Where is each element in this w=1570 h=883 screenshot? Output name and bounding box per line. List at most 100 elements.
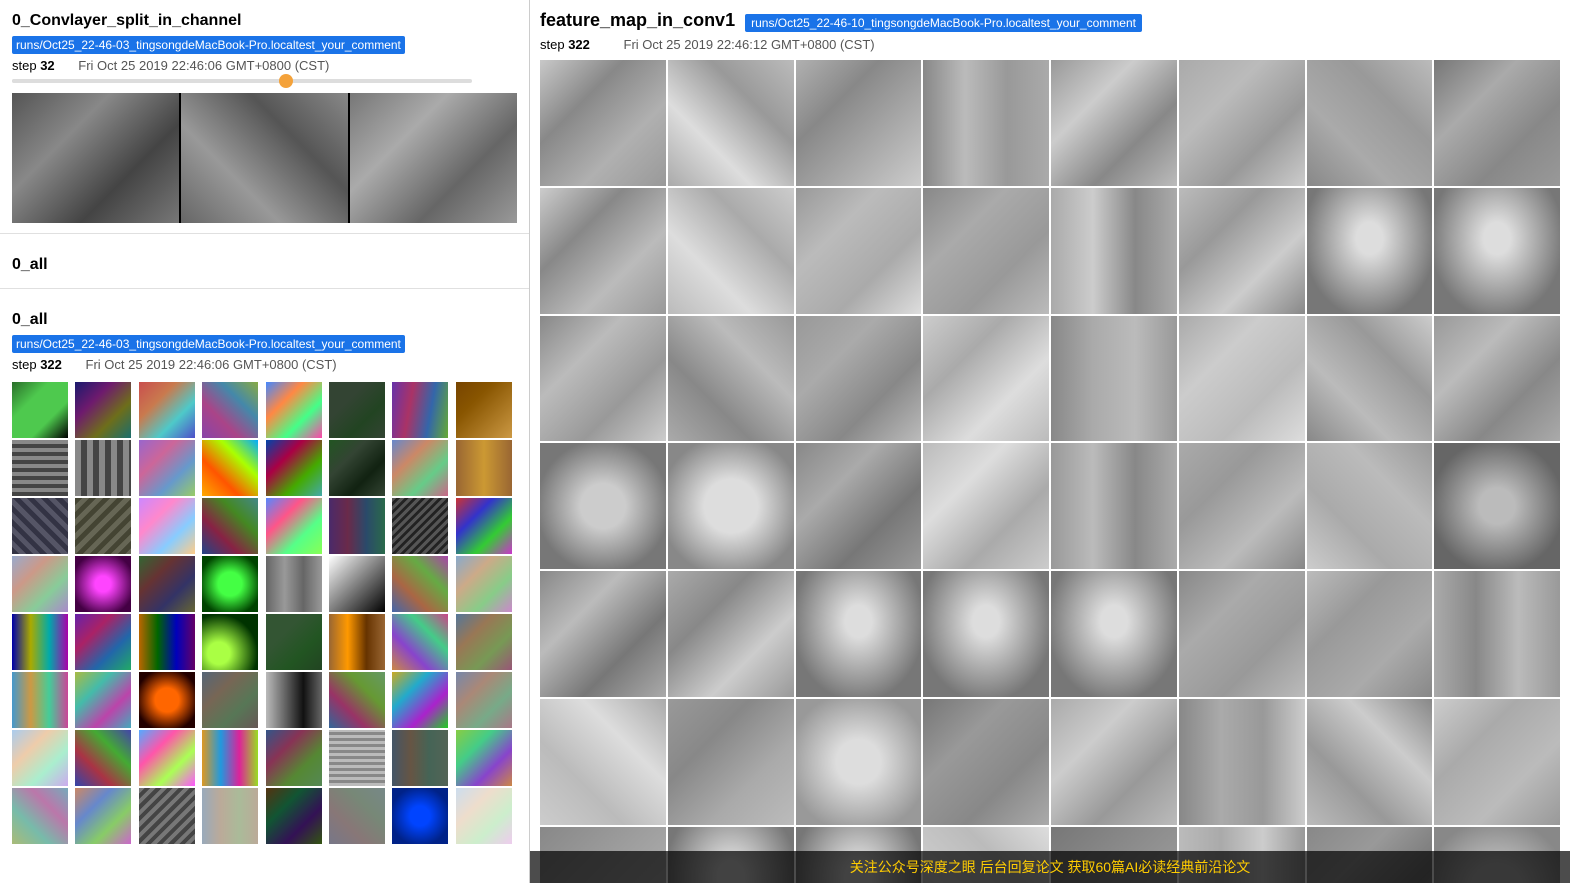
feature-cell-42[interactable] (796, 699, 922, 825)
thumb-18[interactable] (139, 498, 195, 554)
feature-cell-41[interactable] (668, 699, 794, 825)
thumb-28[interactable] (266, 556, 322, 612)
feature-cell-5[interactable] (1179, 60, 1305, 186)
feature-cell-18[interactable] (796, 316, 922, 442)
feature-cell-33[interactable] (668, 571, 794, 697)
thumb-31[interactable] (456, 556, 512, 612)
feature-cell-32[interactable] (540, 571, 666, 697)
thumb-37[interactable] (329, 614, 385, 670)
feature-cell-36[interactable] (1051, 571, 1177, 697)
feature-cell-15[interactable] (1434, 188, 1560, 314)
feature-cell-0[interactable] (540, 60, 666, 186)
thumb-1[interactable] (75, 382, 131, 438)
thumb-30[interactable] (392, 556, 448, 612)
thumb-46[interactable] (392, 672, 448, 728)
feature-cell-31[interactable] (1434, 443, 1560, 569)
thumb-43[interactable] (202, 672, 258, 728)
feature-cell-23[interactable] (1434, 316, 1560, 442)
feature-cell-24[interactable] (540, 443, 666, 569)
feature-cell-22[interactable] (1307, 316, 1433, 442)
feature-cell-45[interactable] (1179, 699, 1305, 825)
feature-cell-19[interactable] (923, 316, 1049, 442)
feature-cell-30[interactable] (1307, 443, 1433, 569)
thumb-52[interactable] (266, 730, 322, 786)
thumb-16[interactable] (12, 498, 68, 554)
thumb-58[interactable] (139, 788, 195, 844)
feature-cell-7[interactable] (1434, 60, 1560, 186)
thumb-12[interactable] (266, 440, 322, 496)
thumb-7[interactable] (456, 382, 512, 438)
thumb-2[interactable] (139, 382, 195, 438)
thumb-4[interactable] (266, 382, 322, 438)
thumb-33[interactable] (75, 614, 131, 670)
feature-cell-27[interactable] (923, 443, 1049, 569)
thumb-9[interactable] (75, 440, 131, 496)
thumb-14[interactable] (392, 440, 448, 496)
thumb-54[interactable] (392, 730, 448, 786)
feature-cell-3[interactable] (923, 60, 1049, 186)
feature-cell-25[interactable] (668, 443, 794, 569)
thumb-39[interactable] (456, 614, 512, 670)
feature-cell-12[interactable] (1051, 188, 1177, 314)
feature-cell-1[interactable] (668, 60, 794, 186)
thumb-63[interactable] (456, 788, 512, 844)
thumb-21[interactable] (329, 498, 385, 554)
feature-cell-2[interactable] (796, 60, 922, 186)
feature-cell-14[interactable] (1307, 188, 1433, 314)
feature-cell-21[interactable] (1179, 316, 1305, 442)
feature-cell-26[interactable] (796, 443, 922, 569)
thumb-25[interactable] (75, 556, 131, 612)
thumb-42[interactable] (139, 672, 195, 728)
feature-cell-8[interactable] (540, 188, 666, 314)
feature-cell-28[interactable] (1051, 443, 1177, 569)
thumb-41[interactable] (75, 672, 131, 728)
slider-container[interactable] (0, 77, 529, 87)
feature-cell-37[interactable] (1179, 571, 1305, 697)
thumb-59[interactable] (202, 788, 258, 844)
thumb-20[interactable] (266, 498, 322, 554)
feature-cell-16[interactable] (540, 316, 666, 442)
thumb-17[interactable] (75, 498, 131, 554)
thumb-50[interactable] (139, 730, 195, 786)
thumb-19[interactable] (202, 498, 258, 554)
thumb-24[interactable] (12, 556, 68, 612)
thumb-44[interactable] (266, 672, 322, 728)
feature-cell-9[interactable] (668, 188, 794, 314)
slider-thumb[interactable] (279, 74, 293, 88)
thumb-5[interactable] (329, 382, 385, 438)
feature-cell-47[interactable] (1434, 699, 1560, 825)
thumb-22[interactable] (392, 498, 448, 554)
thumb-3[interactable] (202, 382, 258, 438)
thumb-13[interactable] (329, 440, 385, 496)
thumb-0[interactable] (12, 382, 68, 438)
thumb-60[interactable] (266, 788, 322, 844)
thumb-45[interactable] (329, 672, 385, 728)
feature-cell-35[interactable] (923, 571, 1049, 697)
feature-cell-13[interactable] (1179, 188, 1305, 314)
thumb-36[interactable] (266, 614, 322, 670)
thumb-47[interactable] (456, 672, 512, 728)
thumb-32[interactable] (12, 614, 68, 670)
feature-cell-46[interactable] (1307, 699, 1433, 825)
thumb-34[interactable] (139, 614, 195, 670)
thumb-6[interactable] (392, 382, 448, 438)
thumb-29[interactable] (329, 556, 385, 612)
thumb-49[interactable] (75, 730, 131, 786)
feature-cell-10[interactable] (796, 188, 922, 314)
feature-cell-39[interactable] (1434, 571, 1560, 697)
thumb-23[interactable] (456, 498, 512, 554)
feature-cell-20[interactable] (1051, 316, 1177, 442)
thumb-8[interactable] (12, 440, 68, 496)
thumb-38[interactable] (392, 614, 448, 670)
thumb-56[interactable] (12, 788, 68, 844)
thumb-51[interactable] (202, 730, 258, 786)
feature-cell-6[interactable] (1307, 60, 1433, 186)
feature-cell-17[interactable] (668, 316, 794, 442)
feature-cell-44[interactable] (1051, 699, 1177, 825)
thumb-61[interactable] (329, 788, 385, 844)
feature-cell-38[interactable] (1307, 571, 1433, 697)
thumb-62[interactable] (392, 788, 448, 844)
thumb-40[interactable] (12, 672, 68, 728)
feature-cell-40[interactable] (540, 699, 666, 825)
feature-cell-11[interactable] (923, 188, 1049, 314)
